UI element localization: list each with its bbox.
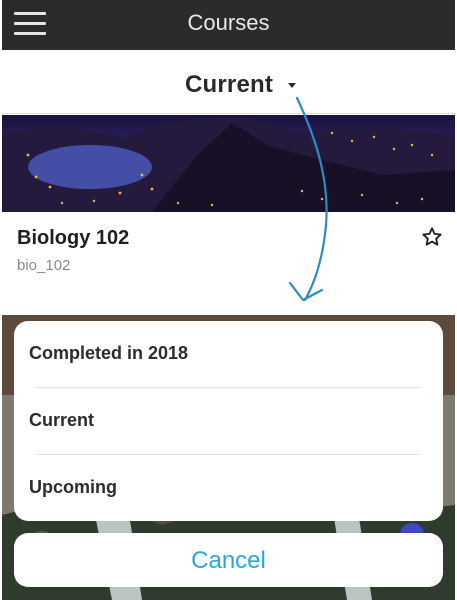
caret-down-icon [288, 82, 297, 88]
filter-bar: Current [2, 50, 455, 114]
course-title: Biology 102 [17, 227, 130, 249]
course-card[interactable]: Biology 102 bio_102 [2, 115, 455, 315]
sheet-option-current[interactable]: Current [14, 388, 443, 454]
sheet-option-completed[interactable]: Completed in 2018 [14, 321, 443, 387]
course-filter-dropdown[interactable]: Current [185, 70, 297, 100]
sheet-option-label: Completed in 2018 [29, 343, 189, 363]
course-code: bio_102 [17, 257, 71, 274]
page-title: Courses [187, 10, 270, 35]
cancel-label: Cancel [191, 547, 266, 574]
filter-action-sheet: Completed in 2018 Current Upcoming [14, 321, 443, 521]
sheet-option-label: Current [29, 410, 95, 430]
course-banner-image [2, 115, 455, 212]
app-screen: Courses Current Biology 102 bio_102 Comp… [0, 0, 457, 600]
app-bar: Courses [2, 0, 455, 50]
sheet-option-label: Upcoming [29, 477, 117, 497]
star-outline-icon[interactable] [421, 226, 443, 248]
cancel-button[interactable]: Cancel [14, 533, 443, 587]
sheet-option-upcoming[interactable]: Upcoming [14, 455, 443, 521]
course-filter-label: Current [185, 71, 274, 98]
